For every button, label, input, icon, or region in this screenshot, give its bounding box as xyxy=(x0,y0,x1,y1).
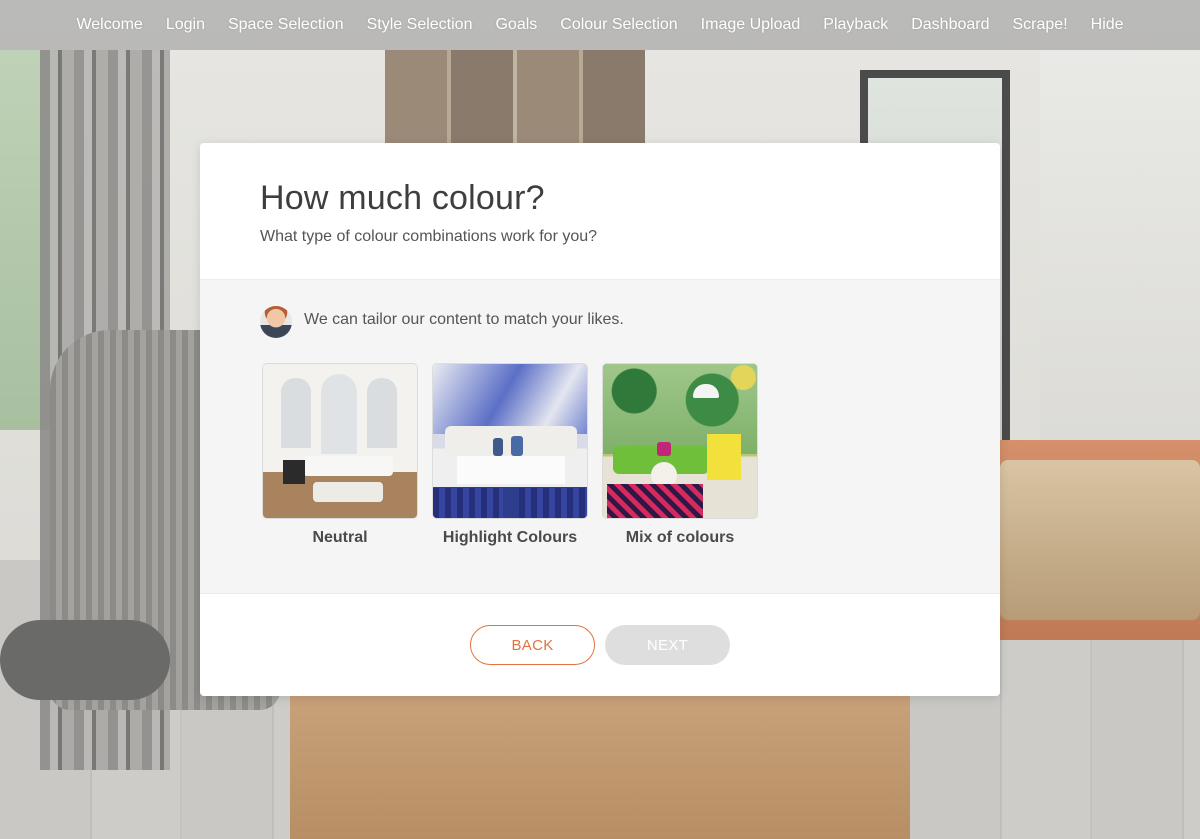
card-footer: BACK NEXT xyxy=(200,594,1000,696)
top-nav: Welcome Login Space Selection Style Sele… xyxy=(0,0,1200,50)
tailor-message: We can tailor our content to match your … xyxy=(260,302,940,338)
nav-login[interactable]: Login xyxy=(154,0,216,50)
background-blanket xyxy=(1000,460,1200,620)
avatar xyxy=(260,306,292,338)
background-wall-tiles xyxy=(385,50,645,150)
blue-accent-living-room-image[interactable] xyxy=(432,363,588,519)
option-neutral[interactable]: Neutral xyxy=(262,363,418,547)
option-highlight-colours[interactable]: Highlight Colours xyxy=(432,363,588,547)
background-coffee-table xyxy=(290,690,910,839)
option-mix-of-colours[interactable]: Mix of colours xyxy=(602,363,758,547)
tailor-text: We can tailor our content to match your … xyxy=(304,311,624,328)
background-floor-cushion xyxy=(0,620,170,700)
nav-image-upload[interactable]: Image Upload xyxy=(689,0,812,50)
next-button[interactable]: NEXT xyxy=(605,625,730,665)
card-body: We can tailor our content to match your … xyxy=(200,279,1000,594)
nav-colour-selection[interactable]: Colour Selection xyxy=(549,0,689,50)
card-header: How much colour? What type of colour com… xyxy=(200,143,1000,279)
nav-space-selection[interactable]: Space Selection xyxy=(216,0,355,50)
nav-scrape[interactable]: Scrape! xyxy=(1001,0,1079,50)
page-subtitle: What type of colour combinations work fo… xyxy=(260,228,598,245)
nav-welcome[interactable]: Welcome xyxy=(65,0,154,50)
option-neutral-label: Neutral xyxy=(312,529,368,546)
colour-preference-card: How much colour? What type of colour com… xyxy=(200,143,1000,696)
colourful-jungle-living-room-image[interactable] xyxy=(602,363,758,519)
nav-hide[interactable]: Hide xyxy=(1079,0,1135,50)
page-title: How much colour? xyxy=(260,179,545,217)
nav-goals[interactable]: Goals xyxy=(484,0,549,50)
nav-playback[interactable]: Playback xyxy=(812,0,900,50)
nav-style-selection[interactable]: Style Selection xyxy=(355,0,484,50)
neutral-living-room-image[interactable] xyxy=(262,363,418,519)
back-button[interactable]: BACK xyxy=(470,625,595,665)
option-mix-of-colours-label: Mix of colours xyxy=(625,529,735,546)
nav-dashboard[interactable]: Dashboard xyxy=(900,0,1001,50)
option-highlight-colours-label: Highlight Colours xyxy=(442,529,578,546)
colour-options: Neutral Highlight Colours Mix of colours xyxy=(262,363,940,547)
